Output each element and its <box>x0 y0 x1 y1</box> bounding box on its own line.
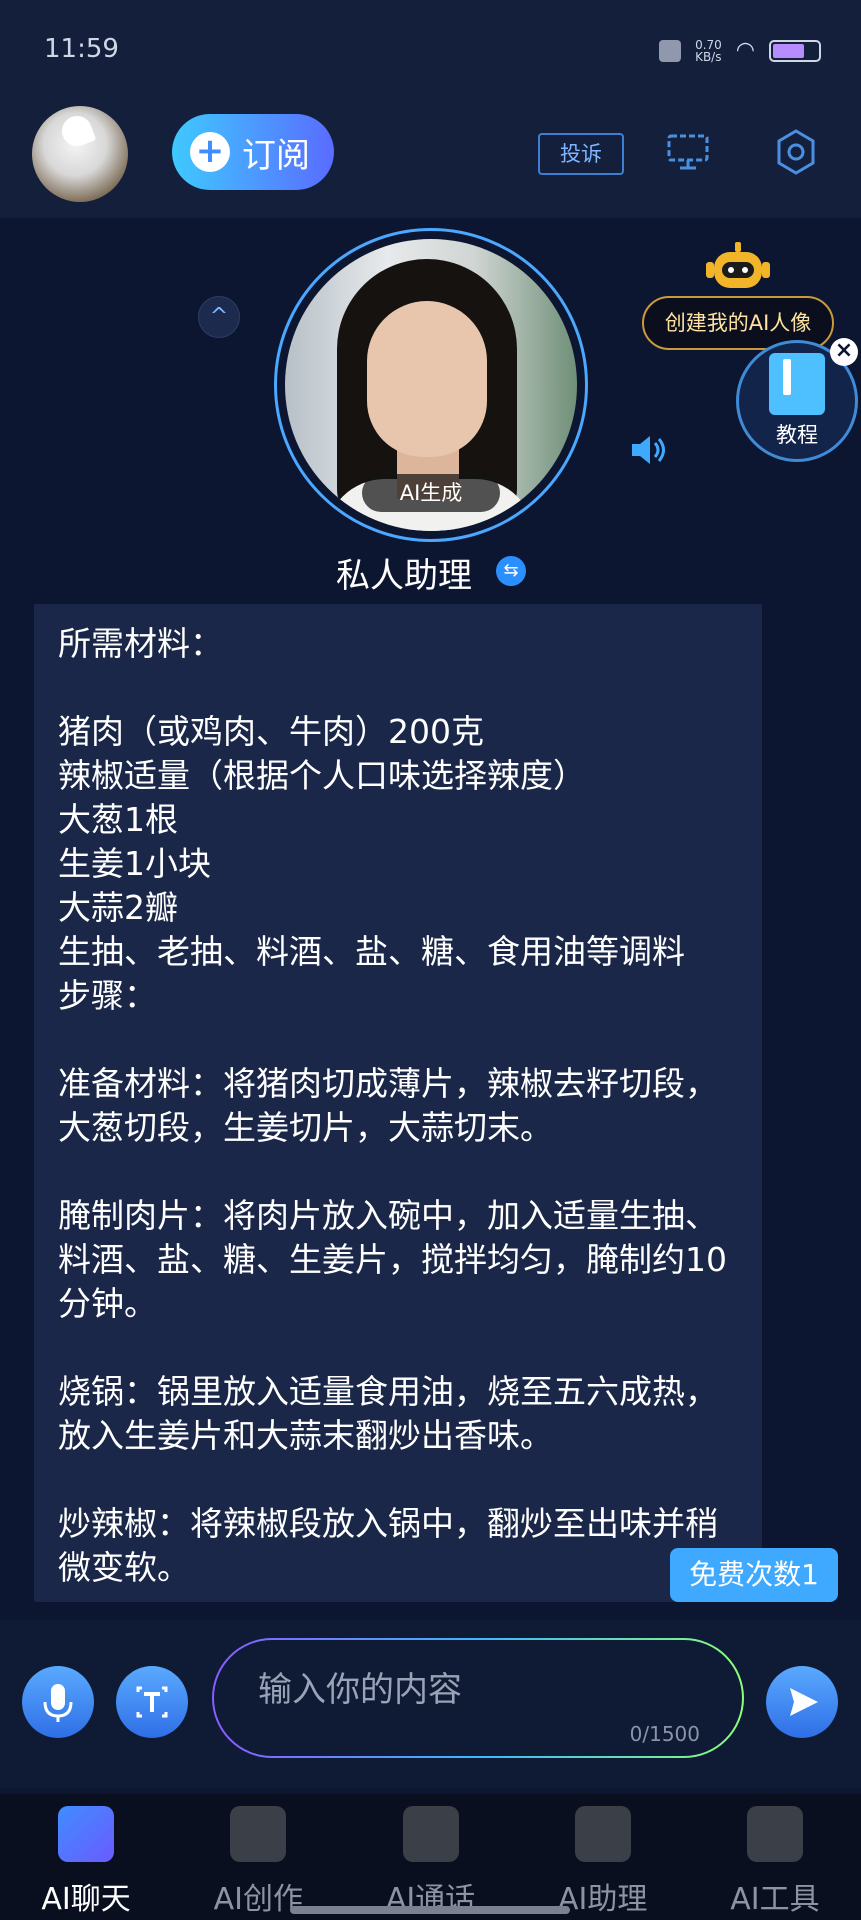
switch-assistant-icon[interactable]: ⇆ <box>496 556 526 586</box>
network-speed: 0.70 KB/s <box>695 37 722 64</box>
camera-icon <box>402 1806 459 1862</box>
message-input-container: 0/1500 <box>212 1638 744 1758</box>
complain-button[interactable]: 投诉 <box>538 133 624 175</box>
nav-label: AI工具 <box>730 1882 820 1917</box>
wifi-icon: ◠ <box>735 38 755 63</box>
message-text: 所需材料： 猪肉（或鸡肉、牛肉）200克 辣椒适量（根据个人口味选择辣度） 大葱… <box>58 624 727 1587</box>
ai-generated-badge: AI生成 <box>362 474 500 512</box>
plus-icon: + <box>190 132 230 172</box>
text-mode-icon <box>136 1686 168 1718</box>
subscribe-button[interactable]: + 订阅 <box>172 114 334 190</box>
home-indicator[interactable] <box>290 1906 570 1914</box>
send-button[interactable] <box>766 1666 838 1738</box>
chat-bubble-icon <box>58 1806 115 1862</box>
header <box>0 100 861 218</box>
volume-icon[interactable] <box>628 432 668 468</box>
nav-ai-create[interactable]: AI创作 <box>172 1794 344 1920</box>
mute-icon <box>659 39 682 62</box>
tutorial-label: 教程 <box>776 423 818 447</box>
collapse-up-button[interactable]: ^ <box>198 296 240 338</box>
battery-icon <box>769 39 821 62</box>
nav-label: AI聊天 <box>41 1882 131 1917</box>
text-input-mode-button[interactable] <box>116 1666 188 1738</box>
microphone-button[interactable] <box>22 1666 94 1738</box>
free-count-badge: 免费次数1 <box>670 1548 838 1602</box>
screen-cast-icon[interactable] <box>666 132 710 172</box>
character-count: 0/1500 <box>629 1722 700 1746</box>
tie-icon <box>574 1806 631 1862</box>
nav-ai-chat[interactable]: AI聊天 <box>0 1794 172 1920</box>
bottom-nav: AI聊天 AI创作 AI通话 AI助理 AI工具 <box>0 1794 861 1920</box>
status-icons: 0.70 KB/s ◠ <box>659 38 821 63</box>
assistant-message: 所需材料： 猪肉（或鸡肉、牛肉）200克 辣椒适量（根据个人口味选择辣度） 大葱… <box>34 604 762 1602</box>
close-icon[interactable]: × <box>830 338 858 366</box>
nav-ai-assistant[interactable]: AI助理 <box>517 1794 689 1920</box>
pencil-icon <box>230 1806 287 1862</box>
wrench-icon <box>746 1806 803 1862</box>
nav-ai-tools[interactable]: AI工具 <box>689 1794 861 1920</box>
subscribe-label: 订阅 <box>242 135 310 176</box>
user-avatar[interactable] <box>32 106 128 202</box>
robot-icon <box>706 242 770 288</box>
microphone-icon <box>43 1684 73 1722</box>
status-time: 11:59 <box>44 34 119 64</box>
settings-icon[interactable] <box>774 128 818 176</box>
message-input[interactable] <box>258 1668 678 1712</box>
assistant-name: 私人助理 <box>336 556 472 596</box>
nav-label: AI助理 <box>558 1882 648 1917</box>
book-icon <box>769 353 825 415</box>
send-icon <box>790 1688 818 1716</box>
nav-ai-call[interactable]: AI通话 <box>344 1794 516 1920</box>
